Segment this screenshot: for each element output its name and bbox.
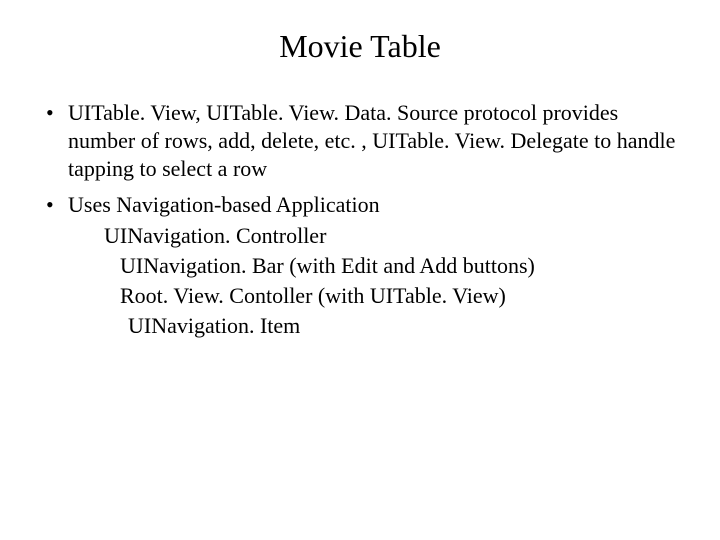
sub-item: UINavigation. Item [68, 312, 680, 340]
bullet-item: Uses Navigation-based Application UINavi… [40, 191, 680, 340]
sub-item: UINavigation. Bar (with Edit and Add but… [68, 252, 680, 280]
bullet-list: UITable. View, UITable. View. Data. Sour… [40, 99, 680, 340]
sub-item: Root. View. Contoller (with UITable. Vie… [68, 282, 680, 310]
slide-title: Movie Table [0, 28, 720, 65]
bullet-text: Uses Navigation-based Application [68, 192, 380, 217]
bullet-item: UITable. View, UITable. View. Data. Sour… [40, 99, 680, 183]
slide: Movie Table UITable. View, UITable. View… [0, 28, 720, 540]
sub-item: UINavigation. Controller [68, 222, 680, 250]
bullet-text: UITable. View, UITable. View. Data. Sour… [68, 100, 675, 181]
slide-body: UITable. View, UITable. View. Data. Sour… [0, 99, 720, 340]
